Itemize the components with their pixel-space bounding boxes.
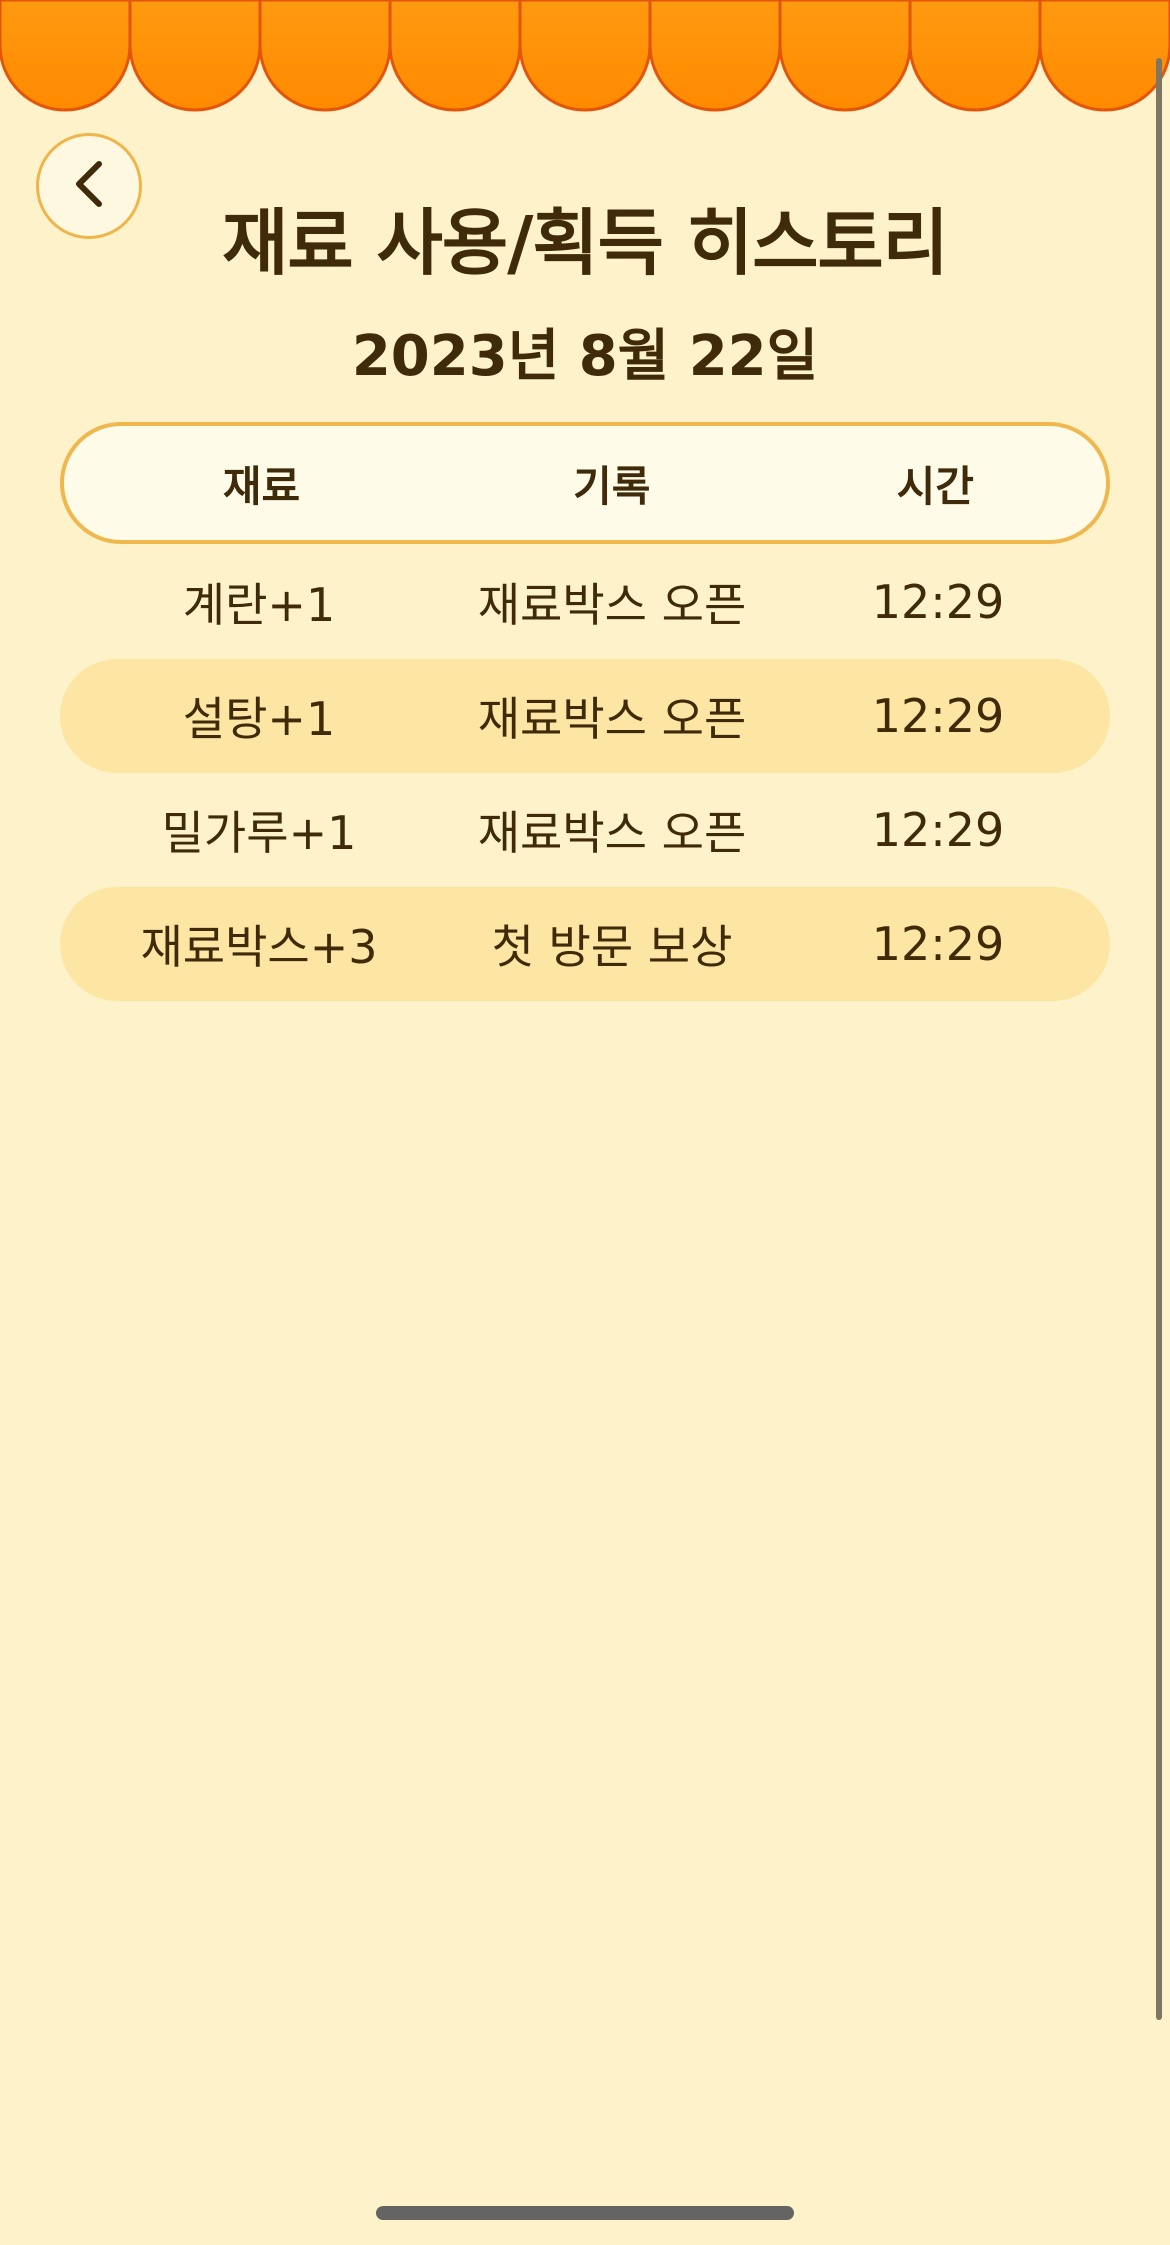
history-row: 밀가루+1 재료박스 오픈 12:29	[60, 773, 1110, 887]
history-row: 재료박스+3 첫 방문 보상 12:29	[60, 887, 1110, 1001]
row-time: 12:29	[871, 917, 1005, 971]
awning-scallop	[908, 0, 1042, 112]
history-list: 계란+1 재료박스 오픈 12:29 설탕+1 재료박스 오픈 12:29 밀가…	[60, 545, 1110, 1001]
awning-scallop	[648, 0, 782, 112]
row-record: 첫 방문 보상	[491, 920, 733, 974]
row-record: 재료박스 오픈	[477, 692, 747, 746]
awning-scallop	[778, 0, 912, 112]
awning-scallop	[518, 0, 652, 112]
awning-scallop	[258, 0, 392, 112]
awning-scallop	[128, 0, 262, 112]
row-item: 설탕+1	[182, 692, 336, 746]
row-time: 12:29	[871, 575, 1005, 629]
table-header: 재료 기록 시간	[60, 422, 1110, 544]
row-time: 12:29	[871, 689, 1005, 743]
awning-scallop	[1038, 0, 1170, 112]
awning-decoration	[0, 0, 1170, 115]
column-header-item: 재료	[222, 461, 301, 511]
column-header-time: 시간	[896, 461, 974, 511]
awning-scallop	[388, 0, 522, 112]
scrollbar[interactable]	[1156, 58, 1162, 2020]
date-heading: 2023년 8월 22일	[351, 324, 819, 389]
row-item: 밀가루+1	[161, 806, 357, 860]
awning-scallops	[0, 0, 1170, 112]
row-time: 12:29	[871, 803, 1005, 857]
awning-scallop	[0, 0, 132, 112]
row-item: 계란+1	[182, 578, 336, 632]
row-item: 재료박스+3	[140, 920, 378, 974]
row-record: 재료박스 오픈	[477, 578, 747, 632]
page-title: 재료 사용/획득 히스토리	[222, 201, 949, 285]
row-record: 재료박스 오픈	[477, 806, 747, 860]
home-indicator	[376, 2206, 794, 2220]
column-header-record: 기록	[573, 461, 651, 511]
history-row: 설탕+1 재료박스 오픈 12:29	[60, 659, 1110, 773]
history-row: 계란+1 재료박스 오픈 12:29	[60, 545, 1110, 659]
